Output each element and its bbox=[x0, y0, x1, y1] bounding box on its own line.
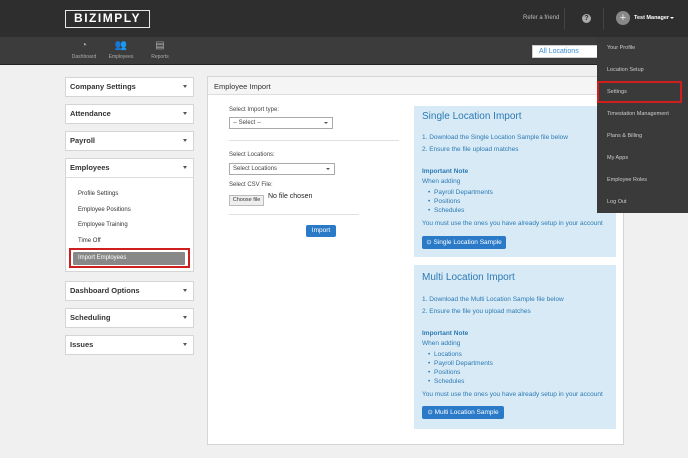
chevron-down-icon bbox=[183, 112, 187, 115]
help-icon[interactable]: ? bbox=[582, 14, 591, 23]
top-bar: BIZIMPLY Refer a friend ? + Test Manager bbox=[0, 0, 688, 37]
list-item: Schedules bbox=[428, 207, 464, 214]
nav-dashboard[interactable]: ◔ Dashboard bbox=[67, 40, 101, 60]
refer-a-friend-link[interactable]: Refer a friend bbox=[523, 15, 559, 21]
single-must-note: You must use the ones you have already s… bbox=[422, 220, 603, 227]
multi-important-note: Important Note bbox=[422, 330, 469, 337]
choose-file-button[interactable]: Choose file bbox=[229, 195, 264, 206]
sidebar-label: Issues bbox=[70, 340, 94, 349]
nav-label: Employees bbox=[108, 54, 134, 60]
single-location-box: Single Location Import 1. Download the S… bbox=[414, 106, 616, 257]
divider bbox=[66, 177, 193, 178]
sidebar-label: Dashboard Options bbox=[70, 286, 140, 295]
reports-icon: ▤ bbox=[155, 40, 165, 51]
sidebar-item-profile-settings[interactable]: Profile Settings bbox=[78, 191, 118, 197]
locations-select-value: Select Locations bbox=[233, 166, 278, 172]
single-step-1: 1. Download the Single Location Sample f… bbox=[422, 134, 568, 141]
sidebar-dashboard-options[interactable]: Dashboard Options bbox=[65, 281, 194, 301]
menu-item-my-apps[interactable]: My Apps bbox=[607, 155, 628, 161]
single-location-sample-button[interactable]: ⊙ Single Location Sample bbox=[422, 236, 506, 249]
sidebar-payroll[interactable]: Payroll bbox=[65, 131, 194, 151]
divider bbox=[603, 8, 604, 30]
menu-item-location-setup[interactable]: Location Setup bbox=[607, 67, 644, 73]
sidebar-item-employee-training[interactable]: Employee Training bbox=[78, 222, 128, 228]
chevron-down-icon bbox=[324, 122, 328, 124]
menu-item-log-out[interactable]: Log Out bbox=[607, 199, 627, 205]
import-type-value: -- Select -- bbox=[233, 120, 262, 126]
sidebar-scheduling[interactable]: Scheduling bbox=[65, 308, 194, 328]
nav-label: Reports bbox=[151, 54, 169, 60]
sidebar-label: Employees bbox=[70, 163, 110, 172]
single-step-2: 2. Ensure the file upload matches bbox=[422, 146, 519, 153]
location-select-value: All Locations bbox=[539, 48, 579, 55]
employees-icon: 👥 bbox=[114, 40, 128, 51]
dashboard-icon: ◔ bbox=[80, 40, 88, 51]
sidebar-label: Attendance bbox=[70, 109, 111, 118]
sidebar-employees-header[interactable]: Employees bbox=[66, 159, 193, 177]
bizimply-logo[interactable]: BIZIMPLY bbox=[65, 10, 150, 28]
import-type-select[interactable]: -- Select -- bbox=[229, 117, 333, 129]
chevron-down-icon bbox=[183, 343, 187, 346]
avatar[interactable]: + bbox=[616, 11, 630, 25]
chevron-down-icon bbox=[183, 316, 187, 319]
list-item: Payroll Departments bbox=[428, 360, 493, 367]
sidebar-item-employee-positions[interactable]: Employee Positions bbox=[78, 207, 131, 213]
list-item: Locations bbox=[428, 351, 462, 358]
import-button[interactable]: Import bbox=[306, 225, 336, 237]
sidebar-company-settings[interactable]: Company Settings bbox=[65, 77, 194, 97]
user-menu-toggle[interactable]: Test Manager bbox=[634, 15, 669, 21]
csv-label: Select CSV File: bbox=[229, 182, 273, 188]
list-item: Payroll Departments bbox=[428, 189, 493, 196]
chevron-down-icon bbox=[183, 289, 187, 292]
page-title: Employee Import bbox=[214, 82, 271, 91]
chevron-down-icon bbox=[326, 168, 330, 170]
divider bbox=[229, 140, 399, 141]
chevron-down-icon bbox=[183, 139, 187, 142]
divider bbox=[564, 8, 565, 30]
multi-location-title: Multi Location Import bbox=[422, 272, 515, 283]
nav-reports[interactable]: ▤ Reports bbox=[143, 40, 177, 60]
multi-location-box: Multi Location Import 1. Download the Mu… bbox=[414, 265, 616, 429]
import-type-label: Select Import type: bbox=[229, 107, 280, 113]
single-when-adding: When adding bbox=[422, 178, 461, 185]
file-status: No file chosen bbox=[268, 193, 313, 200]
sidebar-attendance[interactable]: Attendance bbox=[65, 104, 194, 124]
menu-item-employee-roles[interactable]: Employee Roles bbox=[607, 177, 647, 183]
sidebar-issues[interactable]: Issues bbox=[65, 335, 194, 355]
multi-when-adding: When adding bbox=[422, 340, 461, 347]
chevron-down-icon bbox=[183, 166, 187, 169]
sidebar-label: Payroll bbox=[70, 136, 96, 145]
sidebar-label: Company Settings bbox=[70, 82, 136, 91]
main-nav: ◔ Dashboard 👥 Employees ▤ Reports All Lo… bbox=[0, 37, 688, 65]
divider bbox=[229, 214, 359, 215]
locations-label: Select Locations: bbox=[229, 152, 275, 158]
single-location-title: Single Location Import bbox=[422, 111, 522, 122]
multi-must-note: You must use the ones you have already s… bbox=[422, 391, 603, 398]
nav-employees[interactable]: 👥 Employees bbox=[104, 40, 138, 60]
menu-item-your-profile[interactable]: Your Profile bbox=[607, 45, 635, 51]
menu-item-timestation-management[interactable]: Timestation Management bbox=[607, 111, 669, 117]
nav-label: Dashboard bbox=[71, 54, 97, 60]
multi-location-sample-button[interactable]: ⊙ Multi Location Sample bbox=[422, 406, 504, 419]
locations-select[interactable]: Select Locations bbox=[229, 163, 335, 175]
sidebar-item-time-off[interactable]: Time Off bbox=[78, 238, 101, 244]
highlight-box bbox=[69, 248, 190, 268]
menu-item-plans-billing[interactable]: Plans & Billing bbox=[607, 133, 642, 139]
location-select[interactable]: All Locations bbox=[532, 45, 598, 58]
list-item: Schedules bbox=[428, 378, 464, 385]
panel-header: Employee Import bbox=[208, 77, 623, 95]
list-item: Positions bbox=[428, 198, 460, 205]
single-important-note: Important Note bbox=[422, 168, 469, 175]
multi-step-1: 1. Download the Multi Location Sample fi… bbox=[422, 296, 564, 303]
user-dropdown-menu: Your Profile Location Setup Settings Tim… bbox=[597, 37, 688, 213]
multi-step-2: 2. Ensure the file you upload matches bbox=[422, 308, 531, 315]
chevron-down-icon bbox=[183, 85, 187, 88]
chevron-down-icon[interactable] bbox=[670, 17, 674, 19]
highlight-box bbox=[597, 81, 682, 103]
list-item: Positions bbox=[428, 369, 460, 376]
sidebar-label: Scheduling bbox=[70, 313, 111, 322]
